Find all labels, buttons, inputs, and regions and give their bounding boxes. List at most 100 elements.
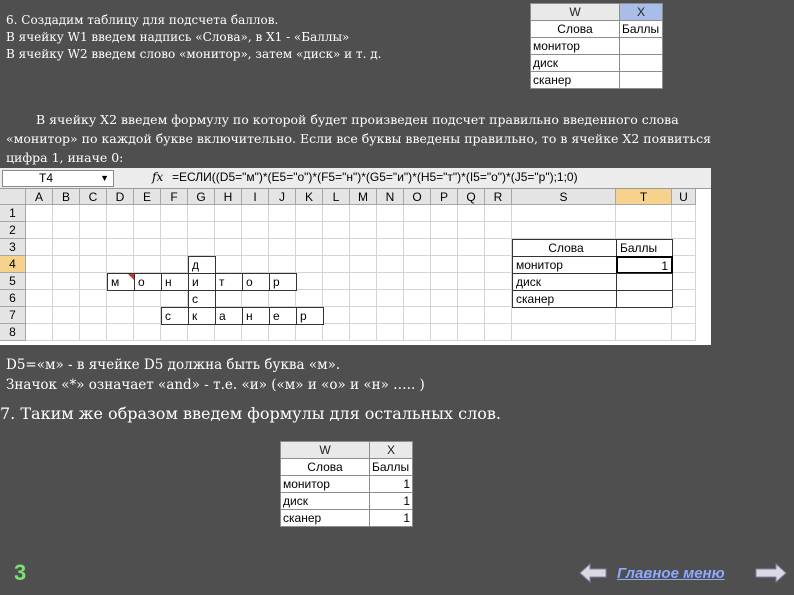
grid-cell[interactable]	[80, 222, 107, 239]
formula-input[interactable]: =ЕСЛИ((D5="м")*(E5="о")*(F5="н")*(G5="и"…	[172, 170, 578, 185]
column-header-d[interactable]: D	[107, 189, 134, 205]
grid-cell[interactable]	[512, 205, 616, 222]
grid-cell[interactable]	[53, 256, 80, 273]
grid-cell[interactable]	[161, 205, 188, 222]
grid-cell[interactable]	[377, 205, 404, 222]
grid-cell[interactable]	[485, 307, 512, 324]
grid-cell[interactable]	[404, 239, 431, 256]
letter-cell[interactable]: к	[188, 307, 216, 325]
row-header-8[interactable]: 8	[0, 324, 26, 341]
grid-cell[interactable]	[107, 290, 134, 307]
grid-cell[interactable]	[672, 256, 696, 273]
grid-cell[interactable]	[485, 256, 512, 273]
letter-cell[interactable]: т	[215, 273, 243, 291]
grid-cell[interactable]	[269, 256, 296, 273]
grid-cell[interactable]	[26, 307, 53, 324]
grid-cell[interactable]	[404, 307, 431, 324]
grid-cell[interactable]	[458, 324, 485, 341]
grid-cell[interactable]	[107, 256, 134, 273]
grid-cell[interactable]	[323, 307, 350, 324]
grid-cell[interactable]	[107, 307, 134, 324]
grid-cell[interactable]	[404, 205, 431, 222]
row-header-4[interactable]: 4	[0, 256, 26, 273]
grid-cell[interactable]	[134, 307, 161, 324]
score-value-cell[interactable]	[616, 290, 673, 308]
grid-cell[interactable]	[80, 239, 107, 256]
grid-cell[interactable]	[431, 205, 458, 222]
main-menu-link[interactable]: Главное меню	[617, 565, 725, 582]
letter-cell[interactable]: н	[242, 307, 270, 325]
grid-cell[interactable]	[161, 256, 188, 273]
column-header-b[interactable]: B	[53, 189, 80, 205]
grid-cell[interactable]	[350, 273, 377, 290]
grid-cell[interactable]	[323, 273, 350, 290]
grid-cell[interactable]	[323, 324, 350, 341]
score-word-cell[interactable]: диск	[512, 273, 617, 291]
column-header-f[interactable]: F	[161, 189, 188, 205]
grid-cell[interactable]	[269, 205, 296, 222]
grid-cell[interactable]	[377, 273, 404, 290]
grid-cell[interactable]	[377, 307, 404, 324]
column-header-u[interactable]: U	[672, 189, 696, 205]
grid-cell[interactable]	[458, 307, 485, 324]
grid-cell[interactable]	[107, 324, 134, 341]
grid-cell[interactable]	[242, 290, 269, 307]
grid-cell[interactable]	[269, 290, 296, 307]
letter-cell[interactable]: р	[269, 273, 297, 291]
grid-cell[interactable]	[188, 239, 215, 256]
grid-cell[interactable]	[80, 205, 107, 222]
grid-cell[interactable]	[134, 324, 161, 341]
letter-cell[interactable]: с	[161, 307, 189, 325]
letter-cell[interactable]: р	[296, 307, 324, 325]
grid-cell[interactable]	[350, 290, 377, 307]
grid-cell[interactable]	[485, 290, 512, 307]
grid-cell[interactable]	[458, 290, 485, 307]
row-header-3[interactable]: 3	[0, 239, 26, 256]
name-box[interactable]: T4 ▼	[2, 170, 114, 187]
grid-cell[interactable]	[323, 205, 350, 222]
column-header-a[interactable]: A	[26, 189, 53, 205]
grid-cell[interactable]	[26, 239, 53, 256]
select-all-corner[interactable]	[0, 189, 26, 205]
grid-cell[interactable]	[107, 222, 134, 239]
grid-cell[interactable]	[672, 307, 696, 324]
grid-cell[interactable]	[350, 239, 377, 256]
column-header-i[interactable]: I	[242, 189, 269, 205]
grid-cell[interactable]	[53, 307, 80, 324]
grid-cell[interactable]	[80, 256, 107, 273]
grid-cell[interactable]	[26, 273, 53, 290]
score-value-cell[interactable]	[616, 273, 673, 291]
grid-cell[interactable]	[350, 256, 377, 273]
grid-cell[interactable]	[269, 324, 296, 341]
grid-cell[interactable]	[431, 256, 458, 273]
column-header-g[interactable]: G	[188, 189, 215, 205]
grid-cell[interactable]	[616, 307, 672, 324]
grid-cell[interactable]	[323, 239, 350, 256]
grid-cell[interactable]	[431, 239, 458, 256]
grid-cell[interactable]	[458, 205, 485, 222]
letter-cell[interactable]: н	[161, 273, 189, 291]
grid-cell[interactable]	[404, 273, 431, 290]
grid-cell[interactable]	[53, 222, 80, 239]
grid-cell[interactable]	[242, 324, 269, 341]
grid-cell[interactable]	[512, 324, 616, 341]
column-header-t[interactable]: T	[616, 189, 672, 205]
grid-cell[interactable]	[323, 256, 350, 273]
column-header-p[interactable]: P	[431, 189, 458, 205]
grid-cell[interactable]	[242, 256, 269, 273]
grid-cell[interactable]	[404, 222, 431, 239]
grid-cell[interactable]	[485, 273, 512, 290]
grid-cell[interactable]	[377, 239, 404, 256]
grid-cell[interactable]	[512, 307, 616, 324]
grid-cell[interactable]	[323, 222, 350, 239]
letter-cell[interactable]: о	[134, 273, 162, 291]
grid-cell[interactable]	[485, 205, 512, 222]
column-header-h[interactable]: H	[215, 189, 242, 205]
score-word-cell[interactable]: монитор	[512, 256, 617, 274]
grid-cell[interactable]	[672, 324, 696, 341]
grid-cell[interactable]	[296, 273, 323, 290]
grid-cell[interactable]	[296, 290, 323, 307]
grid-cell[interactable]	[134, 239, 161, 256]
grid-cell[interactable]	[242, 239, 269, 256]
column-header-r[interactable]: R	[485, 189, 512, 205]
